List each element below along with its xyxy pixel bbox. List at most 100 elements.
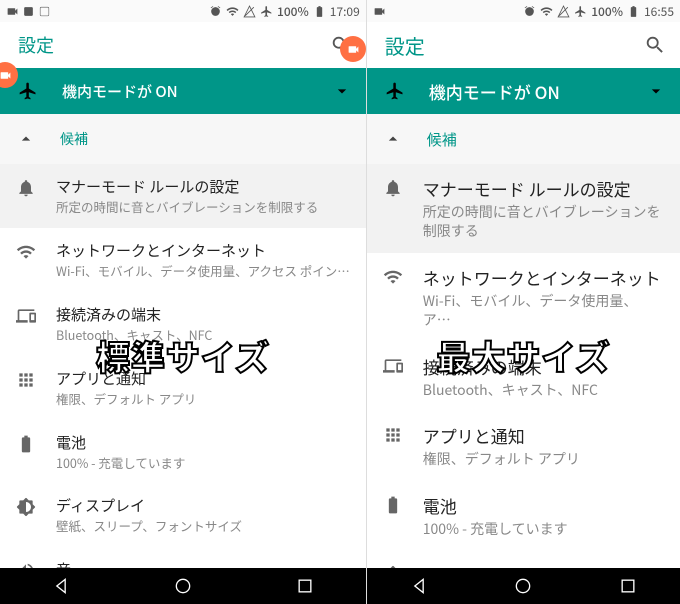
banner-text: 機内モードが ON [429,79,646,104]
battery-icon [16,434,36,454]
notif-icon [38,5,51,18]
no-signal-icon [243,5,256,18]
bell-icon [383,178,403,198]
airplane-banner[interactable]: 機内モードが ON [367,68,680,114]
wifi-icon [16,242,36,262]
banner-text: 機内モードが ON [62,81,332,102]
row-title: 電池 [423,493,664,518]
recent-button[interactable] [295,576,315,596]
battery-icon [313,5,326,18]
sound-icon [16,561,36,568]
section-title: 候補 [427,129,457,150]
airplane-banner[interactable]: 機内モードが ON [0,68,366,114]
display-icon [16,497,36,517]
bell-icon [16,178,36,198]
no-signal-icon [557,5,570,18]
row-subtitle: 100% - 充電しています [56,455,350,472]
settings-row-apps[interactable]: アプリと通知権限、デフォルト アプリ [367,411,680,481]
dropbox-icon [22,5,35,18]
home-button[interactable] [173,576,193,596]
row-subtitle: Wi-Fi、モバイル、データ使用量、アクセス ポイン… [56,263,350,280]
settings-row-wifi[interactable]: ネットワークとインターネット Wi-Fi、モバイル、データ使用量、アクセス ポイン… [0,228,366,292]
chevron-up-icon [383,129,403,149]
settings-list[interactable]: マナーモード ルールの設定所定の時間に音とバイブレーションを制限するネットワーク… [0,164,366,568]
settings-row-display[interactable]: ディスプレイ壁紙、スリープ、フォントサイズ [367,551,680,568]
row-subtitle: Bluetooth、キャスト、NFC [56,327,350,344]
row-subtitle: Wi-Fi、モバイル、データ使用量、ア… [423,292,664,330]
row-title: ネットワークとインターネット [423,265,664,290]
apps-icon [383,425,403,445]
camera-icon [6,5,19,18]
settings-row-wifi[interactable]: ネットワークとインターネットWi-Fi、モバイル、データ使用量、ア… [367,253,680,342]
clock: 17:09 [330,3,360,20]
app-bar: 設定 [0,22,366,68]
settings-row-battery[interactable]: 電池 100% - 充電しています [0,420,366,484]
alarm-icon [523,5,536,18]
row-title: ネットワークとインターネット [56,240,350,261]
phone-right: 100% 16:55 設定 機内モードが ON 候補 マナーモード ルールの設定… [366,0,680,604]
settings-row-devices[interactable]: 接続済みの端末 Bluetooth、キャスト、NFC [367,342,680,412]
section-title: 候補 [60,129,88,149]
page-title: 設定 [385,31,644,60]
row-subtitle: Bluetooth、キャスト、NFC [423,381,664,400]
row-subtitle: 壁紙、スリープ、フォントサイズ [56,518,350,535]
clock: 16:55 [644,3,674,20]
row-title: マナーモード ルールの設定 [56,176,350,197]
settings-row-apps[interactable]: アプリと通知権限、デフォルト アプリ [0,356,366,420]
airplane-status-icon [574,5,587,18]
row-title: アプリと通知 [423,423,664,448]
settings-row-bell[interactable]: マナーモード ルールの設定所定の時間に音とバイブレーションを制限する [367,164,680,253]
page-title: 設定 [18,32,330,58]
row-subtitle: 権限、デフォルト アプリ [56,391,350,408]
back-button[interactable] [409,576,429,596]
battery-icon [383,495,403,515]
airplane-icon [385,81,405,101]
battery-pct: 100% [591,3,623,20]
row-subtitle: 所定の時間に音とバイブレーションを制限する [423,203,664,241]
status-bar: 100% 17:09 [0,0,366,22]
chevron-down-icon [332,81,352,101]
row-subtitle: 100% - 充電しています [423,520,664,539]
wifi-icon [383,267,403,287]
row-title: 音 [56,559,350,568]
airplane-icon [18,81,38,101]
recent-button[interactable] [618,576,638,596]
search-icon[interactable] [644,34,666,56]
nav-bar [0,568,366,604]
settings-row-display[interactable]: ディスプレイ壁紙、スリープ、フォントサイズ [0,483,366,547]
row-subtitle: 所定の時間に音とバイブレーションを制限する [56,199,350,216]
comparison-container: 100% 17:09 設定 機内モードが ON 候補 マナーモード ルールの設定… [0,0,680,604]
home-button[interactable] [513,576,533,596]
status-bar: 100% 16:55 [367,0,680,22]
settings-row-bell[interactable]: マナーモード ルールの設定所定の時間に音とバイブレーションを制限する [0,164,366,228]
battery-icon [627,5,640,18]
phone-left: 100% 17:09 設定 機内モードが ON 候補 マナーモード ルールの設定… [0,0,366,604]
back-button[interactable] [51,576,71,596]
alarm-icon [209,5,222,18]
row-title: マナーモード ルールの設定 [423,176,664,201]
settings-list[interactable]: マナーモード ルールの設定所定の時間に音とバイブレーションを制限するネットワーク… [367,164,680,568]
suggestions-header[interactable]: 候補 [367,114,680,164]
wifi-status-icon [226,5,239,18]
devices-icon [383,356,403,376]
row-subtitle: 権限、デフォルト アプリ [423,450,664,469]
devices-icon [16,306,36,326]
record-badge-icon[interactable] [340,36,366,62]
row-title: ディスプレイ [56,495,350,516]
chevron-up-icon [16,129,36,149]
camera-icon [373,5,386,18]
settings-row-sound[interactable]: 音音量、バイブレーション、マナーモード [0,547,366,568]
app-bar: 設定 [367,22,680,68]
settings-row-devices[interactable]: 接続済みの端末 Bluetooth、キャスト、NFC [0,292,366,356]
airplane-status-icon [260,5,273,18]
settings-row-battery[interactable]: 電池 100% - 充電しています [367,481,680,551]
chevron-down-icon [646,81,666,101]
row-title: 接続済みの端末 [56,304,350,325]
apps-icon [16,370,36,390]
row-title: 電池 [56,432,350,453]
suggestions-header[interactable]: 候補 [0,114,366,164]
nav-bar [367,568,680,604]
battery-pct: 100% [277,3,309,20]
row-title: アプリと通知 [56,368,350,389]
row-title: 接続済みの端末 [423,354,664,379]
